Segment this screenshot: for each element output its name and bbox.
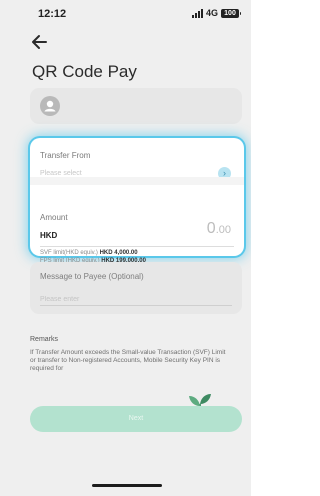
next-button[interactable]: Next [30, 406, 242, 432]
message-card: Message to Payee (Optional) [30, 262, 242, 314]
section-gap [30, 177, 244, 185]
currency-label: HKD [40, 231, 58, 240]
transfer-from-placeholder[interactable]: Please select [40, 170, 82, 177]
svf-limit: SVF limit(HKD equiv.) HKD 4,000.00 [40, 250, 138, 256]
amount-label: Amount [40, 213, 68, 222]
signal-icon [191, 8, 203, 18]
remarks-title: Remarks [30, 336, 59, 343]
amount-value-decimal: .00 [215, 224, 231, 236]
back-button[interactable] [30, 32, 52, 52]
network-label: 4G [205, 8, 218, 18]
svf-limit-value: HKD 4,000.00 [99, 250, 138, 256]
status-bar: 12:12 4G 100 [0, 0, 251, 28]
transfer-from-label: Transfer From [40, 151, 91, 160]
user-avatar-icon [44, 100, 56, 112]
page-title: QR Code Pay [32, 62, 137, 81]
svf-limit-label: SVF limit(HKD equiv.) [40, 250, 98, 256]
qr-code-pay-screen: 12:12 4G 100 QR Code Pay Transfer From P… [0, 0, 251, 496]
status-time: 12:12 [38, 8, 67, 20]
status-indicators: 4G 100 [191, 8, 241, 18]
remarks-text: If Transfer Amount exceeds the Small-val… [30, 349, 226, 372]
account-selector[interactable] [30, 88, 242, 124]
amount-input[interactable]: 0.00 [207, 220, 231, 238]
message-input[interactable] [40, 294, 232, 306]
message-label: Message to Payee (Optional) [40, 272, 144, 281]
transfer-details-card: Transfer From Please select › Amount HKD… [30, 138, 244, 264]
home-indicator [92, 484, 162, 487]
back-arrow-icon [32, 35, 47, 49]
amount-divider [40, 246, 234, 247]
battery-icon: 100 [221, 8, 241, 18]
avatar [40, 96, 60, 116]
amount-value-main: 0 [206, 220, 216, 237]
